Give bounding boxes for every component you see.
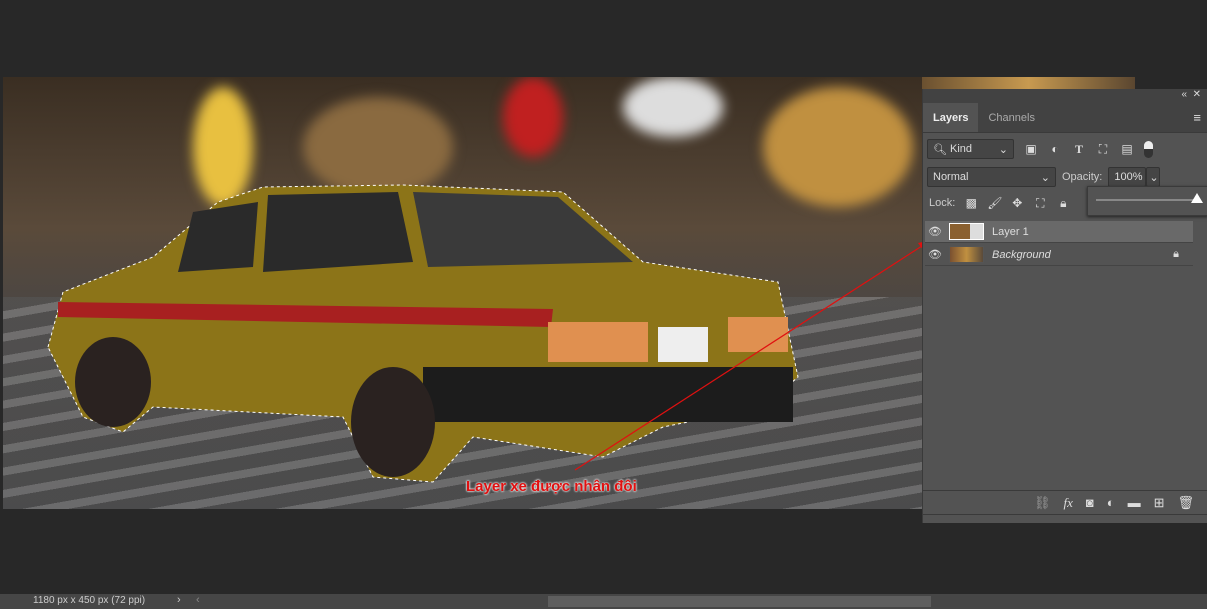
lock-paint-brush-icon[interactable]: 🖌︎ (987, 196, 1002, 210)
status-bar: 1180 px x 450 px (72 ppi) › ‹ (0, 594, 1207, 609)
horizontal-scrollbar-thumb[interactable] (548, 596, 931, 607)
smart-object-filter-icon[interactable]: ▤ (1120, 142, 1134, 156)
fx-icon[interactable]: fx (1063, 495, 1072, 511)
opacity-label: Opacity: (1062, 171, 1103, 183)
panel-menu-icon[interactable]: ≡ (1193, 103, 1207, 132)
document-info[interactable]: 1180 px x 450 px (72 ppi) (33, 595, 145, 606)
lock-icon: 🔒︎ (1173, 248, 1179, 260)
trash-icon[interactable]: 🗑︎ (1177, 495, 1194, 511)
layer-thumbnail (949, 246, 984, 263)
opacity-slider[interactable] (1087, 186, 1207, 216)
opacity-dropdown[interactable]: ⌄ (1146, 167, 1161, 187)
eye-icon[interactable]: 👁︎ (925, 248, 945, 261)
layer-name[interactable]: Layer 1 (992, 226, 1029, 238)
tab-channels[interactable]: Channels (978, 103, 1044, 132)
taxi-photo (47, 184, 799, 483)
opacity-slider-handle[interactable] (1191, 193, 1203, 203)
layer-name[interactable]: Background (992, 249, 1051, 261)
close-icon[interactable]: ✕ (1193, 89, 1201, 100)
lock-move-icon[interactable]: ✥ (1010, 196, 1024, 210)
type-filter-icon[interactable]: T (1072, 142, 1086, 156)
link-layers-icon[interactable]: ⛓︎ (1034, 495, 1051, 511)
folder-icon[interactable]: ▬ (1128, 495, 1141, 510)
new-layer-icon[interactable]: ⊞ (1154, 495, 1165, 511)
lock-transparent-icon[interactable]: ▩ (964, 196, 978, 210)
chevron-right-icon[interactable]: › (177, 594, 181, 606)
canvas-overflow (922, 77, 1135, 89)
chevron-left-icon[interactable]: ‹ (196, 594, 200, 606)
lock-label: Lock: (929, 197, 956, 209)
eye-icon[interactable]: 👁︎ (925, 225, 945, 238)
adjustment-layer-icon[interactable]: ◐ (1107, 495, 1115, 510)
lock-all-icon[interactable]: 🔒︎ (1056, 196, 1070, 210)
chevron-down-icon: ⌄ (998, 143, 1008, 156)
chevron-down-icon: ⌄ (1040, 171, 1050, 184)
layer-row-background[interactable]: 👁︎ Background 🔒︎ (925, 244, 1193, 266)
collapse-icon[interactable]: « (1181, 89, 1187, 100)
search-icon: 🔍︎ (933, 143, 947, 156)
blend-mode-select[interactable]: Normal ⌄ (927, 167, 1056, 187)
layer-row-layer-1[interactable]: 👁︎ Layer 1 (925, 221, 1193, 243)
layer-mask-icon[interactable]: ◙ (1086, 495, 1094, 510)
annotation-label: Layer xe được nhân đôi (466, 478, 637, 495)
filter-toggle[interactable] (1144, 140, 1153, 158)
image-filter-icon[interactable]: ▣ (1024, 142, 1038, 156)
layers-panel: «✕ Layers Channels ≡ 🔍︎ Kind ⌄ ▣ ◐ T ⛶ ▤ … (922, 89, 1207, 523)
adjustment-filter-icon[interactable]: ◐ (1048, 142, 1062, 156)
shape-filter-icon[interactable]: ⛶ (1096, 142, 1110, 156)
layer-thumbnail (949, 223, 984, 240)
document-canvas[interactable]: Layer xe được nhân đôi (3, 77, 922, 509)
opacity-input[interactable]: 100% (1108, 167, 1147, 187)
tab-layers[interactable]: Layers (923, 103, 979, 132)
filter-kind-select[interactable]: 🔍︎ Kind ⌄ (927, 139, 1014, 159)
lock-artboard-icon[interactable]: ⛶ (1033, 196, 1047, 210)
